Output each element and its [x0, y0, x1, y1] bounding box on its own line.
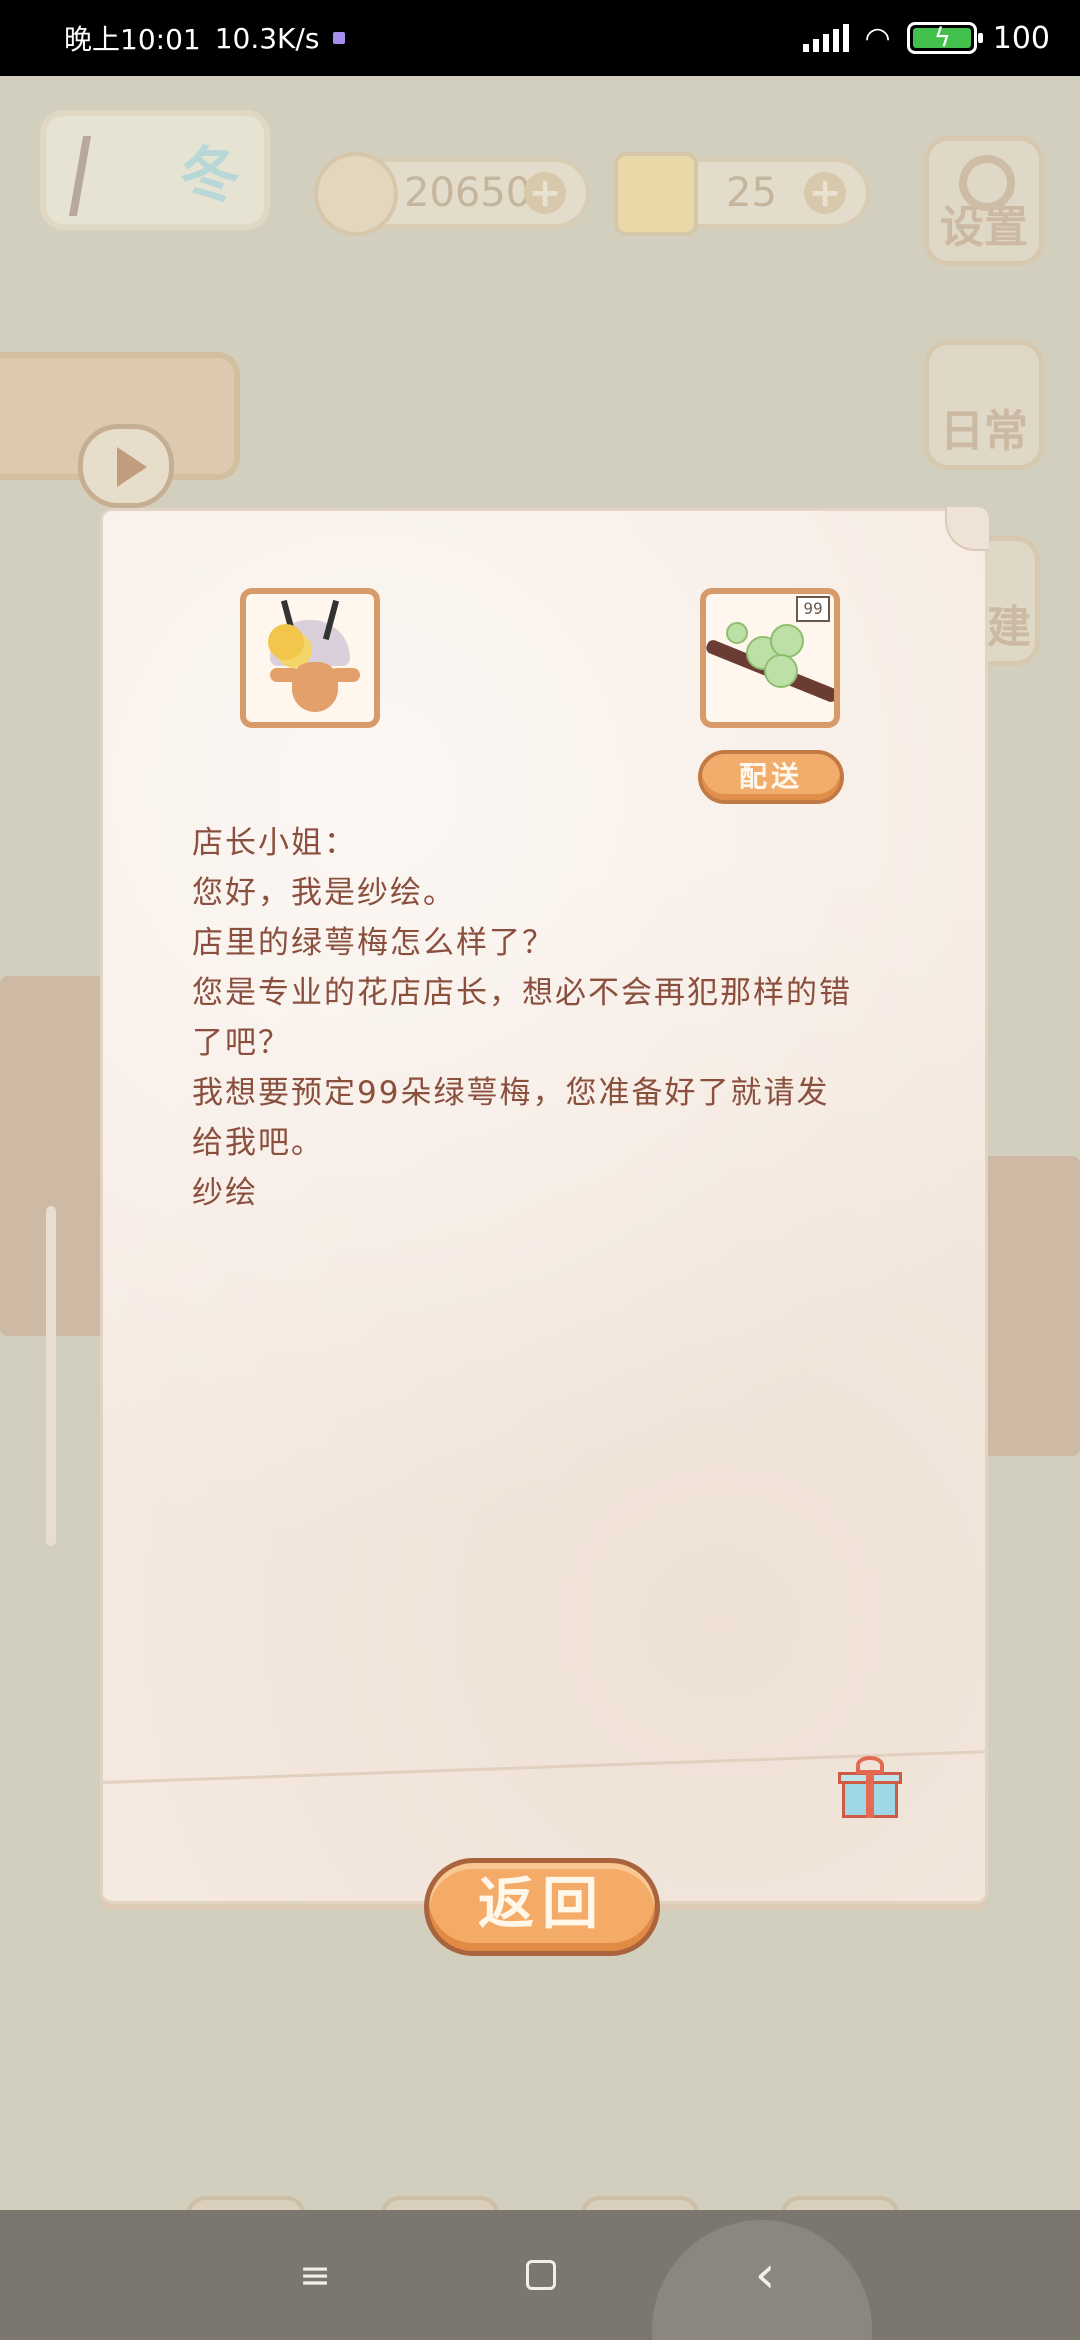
letter-line: 您是专业的花店店长，想必不会再犯那样的错	[192, 975, 852, 1011]
fishbone-icon	[314, 152, 398, 236]
notification-icon	[333, 32, 346, 44]
wifi-icon: ◠	[864, 20, 891, 56]
home-button[interactable]	[516, 2250, 566, 2300]
status-right: ◠ ϟ 100	[802, 20, 1050, 56]
status-time: 晚上10:01	[64, 23, 201, 56]
system-nav-bar: ≡ ‹	[0, 2210, 1080, 2340]
back-nav-icon[interactable]: ‹	[740, 2249, 790, 2301]
gear-icon	[959, 155, 1015, 211]
settings-button[interactable]: 设置	[924, 136, 1044, 266]
back-button[interactable]: 返回	[424, 1858, 660, 1956]
letter-line: 了吧？	[192, 1025, 291, 1061]
gift-icon[interactable]	[838, 1756, 902, 1818]
letter-signature: 纱绘	[192, 1175, 258, 1211]
add-fish-button[interactable]: +	[524, 172, 566, 214]
letter-line: 给我吧。	[192, 1125, 324, 1161]
deliver-button[interactable]: 配送	[698, 750, 844, 804]
video-reward-panel[interactable]	[0, 352, 240, 508]
sender-avatar	[240, 588, 380, 728]
tree-icon	[68, 136, 174, 216]
status-bar: 晚上10:01 10.3K/s ◠ ϟ 100	[0, 0, 1080, 76]
page-curl	[945, 507, 989, 551]
fish-currency-value: 20650	[404, 170, 532, 216]
customer-portrait	[246, 594, 374, 722]
letter-line: 店长小姐：	[192, 825, 357, 861]
cheese-currency-value: 25	[726, 170, 777, 216]
menu-icon[interactable]: ≡	[290, 2250, 340, 2300]
item-quantity: 99	[796, 596, 830, 622]
requested-item-frame[interactable]: 99	[700, 588, 840, 728]
build-label: 建	[987, 602, 1031, 653]
letter-line: 您好，我是纱绘。	[192, 875, 456, 911]
letter-line: 我想要预定99朵绿萼梅，您准备好了就请发	[192, 1075, 830, 1111]
daily-button[interactable]: 日常	[924, 340, 1044, 470]
letter-line: 店里的绿萼梅怎么样了？	[192, 925, 555, 961]
cheese-icon	[614, 152, 698, 236]
fish-currency: 20650 +	[314, 152, 590, 236]
battery-icon: ϟ	[906, 22, 983, 54]
lamp-post	[46, 1206, 56, 1546]
play-icon[interactable]	[78, 424, 174, 508]
season-label: 冬	[180, 140, 240, 211]
signal-icon	[802, 24, 849, 52]
house-building	[980, 1156, 1080, 1456]
season-badge[interactable]: 冬	[40, 110, 270, 230]
status-left: 晚上10:01 10.3K/s	[64, 18, 346, 58]
letter-text: 店长小姐： 您好，我是纱绘。 店里的绿萼梅怎么样了？ 您是专业的花店店长，想必不…	[192, 818, 912, 1218]
cheese-currency: 25 +	[614, 152, 870, 236]
add-cheese-button[interactable]: +	[804, 172, 846, 214]
battery-level: 100	[992, 20, 1050, 56]
home-icon	[526, 2260, 556, 2290]
network-speed: 10.3K/s	[214, 21, 320, 55]
daily-label: 日常	[940, 406, 1028, 457]
